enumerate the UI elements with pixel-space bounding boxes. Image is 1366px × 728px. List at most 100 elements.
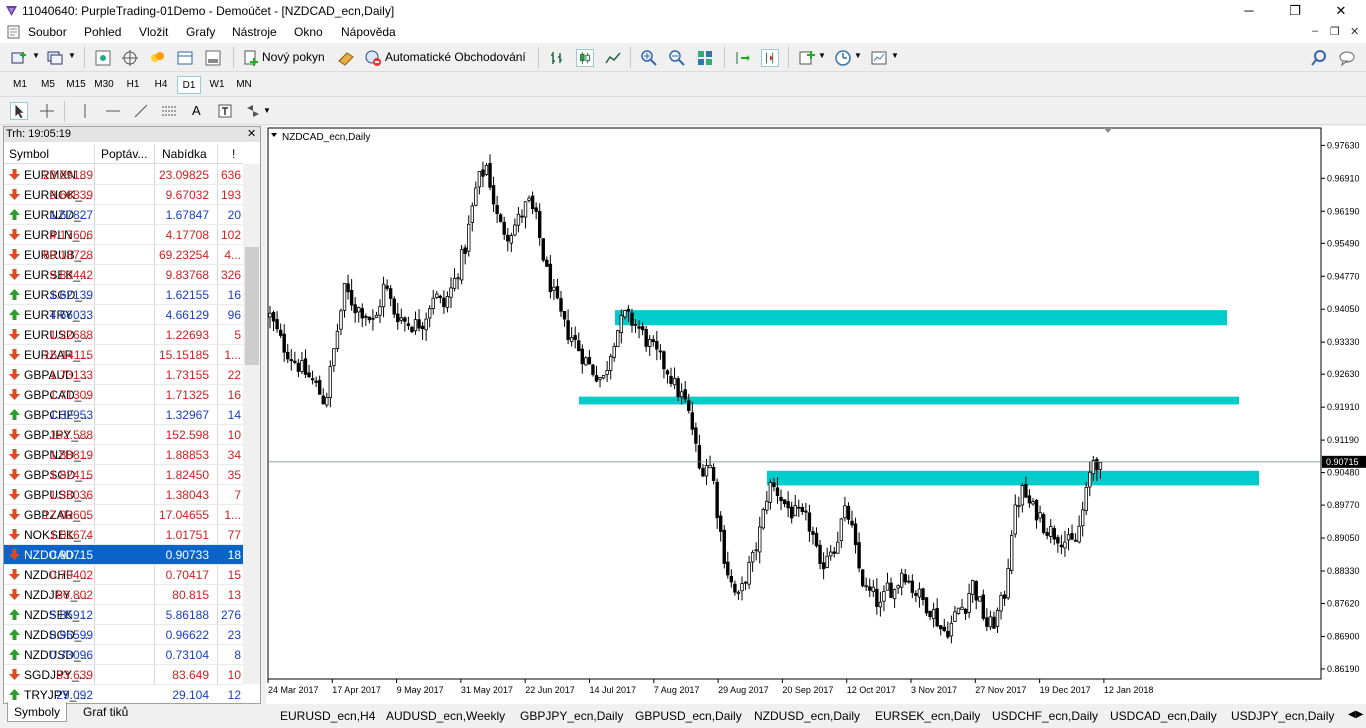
new-order-button[interactable]: Nový pokyn <box>262 50 325 64</box>
market-row[interactable]: EURNOK_... 9.66839 9.67032 193 <box>4 185 243 205</box>
market-row[interactable]: NZDCHF_... 0.70402 0.70417 15 <box>4 565 243 585</box>
mdi-close-button[interactable]: ✕ <box>1350 25 1359 38</box>
menu-pohled[interactable]: Pohled <box>84 25 121 39</box>
new-chart-icon[interactable] <box>10 49 28 67</box>
market-row[interactable]: NZDJPY_... 80.802 80.815 13 <box>4 585 243 605</box>
cursor-icon[interactable] <box>10 102 28 120</box>
market-row[interactable]: GBPZAR_... 17.03605 17.04655 1... <box>4 505 243 525</box>
timeframe-m5[interactable]: M5 <box>36 76 60 94</box>
mdi-minimize-button[interactable]: – <box>1312 25 1318 37</box>
arrows-icon[interactable] <box>244 102 262 120</box>
indicators-icon[interactable] <box>798 49 816 67</box>
chart-tab[interactable]: EURSEK_ecn,Daily <box>875 709 980 723</box>
metaeditor-icon[interactable] <box>337 49 355 67</box>
data-window-icon[interactable] <box>148 49 166 67</box>
market-row[interactable]: EURNZD_... 1.67827 1.67847 20 <box>4 205 243 225</box>
vertical-line-icon[interactable] <box>76 102 94 120</box>
scrollbar-thumb[interactable] <box>245 247 259 365</box>
zone-rect[interactable] <box>615 310 1227 326</box>
menu-soubor[interactable]: Soubor <box>28 25 67 39</box>
market-row[interactable]: NZDCAD... 0.90715 0.90733 18 <box>4 545 243 565</box>
tabs-scroll-icon[interactable]: ◀▶ <box>1348 709 1363 720</box>
auto-scroll-icon[interactable] <box>733 49 751 67</box>
market-row[interactable]: SGDJPY_... 83.639 83.649 10 <box>4 665 243 685</box>
chevron-down-icon[interactable]: ▼ <box>68 51 76 60</box>
price-chart[interactable]: NZDCAD_ecn,Daily 0.97630 0.96910 0.96190 0.9… <box>266 126 1366 704</box>
menu-nastroje[interactable]: Nástroje <box>232 25 277 39</box>
chart-tab[interactable]: USDJPY_ecn,Daily <box>1231 709 1334 723</box>
menu-grafy[interactable]: Grafy <box>186 25 215 39</box>
trendline-icon[interactable] <box>132 102 150 120</box>
chart-tab[interactable]: EURUSD_ecn,H4 <box>280 709 375 723</box>
market-row[interactable]: GBPSGD_... 1.82415 1.82450 35 <box>4 465 243 485</box>
chart-tab[interactable]: GBPUSD_ecn,Daily <box>635 709 742 723</box>
market-row[interactable]: GBPCHF_... 1.32953 1.32967 14 <box>4 405 243 425</box>
chart-window[interactable]: NZDCAD_ecn,Daily 0.97630 0.96910 0.96190 0.9… <box>266 126 1366 704</box>
scrollbar[interactable] <box>243 164 260 684</box>
templates-icon[interactable] <box>870 49 888 67</box>
chevron-down-icon[interactable]: ▼ <box>818 51 826 60</box>
chevron-down-icon[interactable]: ▼ <box>32 51 40 60</box>
chart-tab[interactable]: USDCHF_ecn,Daily <box>992 709 1098 723</box>
market-row[interactable]: EURZAR_... 15.14115 15.15185 1... <box>4 345 243 365</box>
market-row[interactable]: NZDSEK_... 5.85912 5.86188 276 <box>4 605 243 625</box>
chart-tab[interactable]: NZDUSD_ecn,Daily <box>754 709 860 723</box>
auto-trading-icon[interactable] <box>364 49 382 67</box>
market-row[interactable]: GBPNZD_... 1.88819 1.88853 34 <box>4 445 243 465</box>
periods-clock-icon[interactable] <box>834 49 852 67</box>
chevron-down-icon[interactable]: ▼ <box>854 51 862 60</box>
menu-okno[interactable]: Okno <box>294 25 323 39</box>
bar-chart-icon[interactable] <box>548 49 566 67</box>
chart-tab[interactable]: USDCAD_ecn,Daily <box>1110 709 1217 723</box>
close-icon[interactable]: ✕ <box>247 127 256 140</box>
terminal-icon[interactable] <box>204 49 222 67</box>
zone-rect[interactable] <box>767 470 1259 486</box>
chat-icon[interactable] <box>1338 49 1356 67</box>
market-row[interactable]: NOKSEK_... 1.01674 1.01751 77 <box>4 525 243 545</box>
col-spread[interactable]: ! <box>232 147 235 161</box>
market-row[interactable]: GBPJPY_... 152.588 152.598 10 <box>4 425 243 445</box>
restore-button[interactable]: ❐ <box>1272 0 1318 22</box>
close-button[interactable]: ✕ <box>1318 0 1364 22</box>
auto-trading-button[interactable]: Automatické Obchodování <box>385 50 526 64</box>
chart-tab[interactable]: GBPJPY_ecn,Daily <box>520 709 623 723</box>
text-label-icon[interactable] <box>216 102 234 120</box>
tab-symbols[interactable]: Symboly <box>7 702 68 722</box>
market-row[interactable]: EURUSD_... 1.22688 1.22693 5 <box>4 325 243 345</box>
zoom-in-icon[interactable] <box>640 49 658 67</box>
timeframe-m15[interactable]: M15 <box>63 76 89 94</box>
market-row[interactable]: GBPCAD_... 1.71309 1.71325 16 <box>4 385 243 405</box>
market-row[interactable]: EURSEK_... 9.83442 9.83768 326 <box>4 265 243 285</box>
search-icon[interactable] <box>1310 49 1328 67</box>
timeframe-m30[interactable]: M30 <box>91 76 117 94</box>
chevron-down-icon[interactable]: ▼ <box>263 106 271 115</box>
market-row[interactable]: EURPLN_... 4.17606 4.17708 102 <box>4 225 243 245</box>
menu-vlozit[interactable]: Vložit <box>139 25 168 39</box>
new-order-icon[interactable] <box>242 49 260 67</box>
col-symbol[interactable]: Symbol <box>9 147 49 161</box>
timeframe-m1[interactable]: M1 <box>8 76 32 94</box>
tab-tick-chart[interactable]: Graf tiků <box>77 702 134 722</box>
text-tool-icon[interactable]: A <box>192 103 201 118</box>
profiles-icon[interactable] <box>46 49 64 67</box>
market-watch-icon[interactable] <box>94 49 112 67</box>
timeframe-w1[interactable]: W1 <box>205 76 229 94</box>
market-row[interactable]: GBPAUD_... 1.73133 1.73155 22 <box>4 365 243 385</box>
mdi-restore-button[interactable]: ❐ <box>1330 25 1340 38</box>
market-row[interactable]: GBPUSD_... 1.38036 1.38043 7 <box>4 485 243 505</box>
market-row[interactable]: EURMXN... 23.09189 23.09825 636 <box>4 165 243 185</box>
channel-icon[interactable] <box>160 102 178 120</box>
timeframe-h4[interactable]: H4 <box>149 76 173 94</box>
chevron-down-icon[interactable]: ▼ <box>891 51 899 60</box>
tile-windows-icon[interactable] <box>696 49 714 67</box>
minimize-button[interactable]: ─ <box>1226 0 1272 22</box>
zoom-out-icon[interactable] <box>668 49 686 67</box>
market-row[interactable]: EURSGD_... 1.62139 1.62155 16 <box>4 285 243 305</box>
market-row[interactable]: EURRUB_... 69.18728 69.23254 4... <box>4 245 243 265</box>
timeframe-h1[interactable]: H1 <box>121 76 145 94</box>
horizontal-line-icon[interactable] <box>104 102 122 120</box>
line-chart-icon[interactable] <box>604 49 622 67</box>
menu-napoveda[interactable]: Nápověda <box>341 25 396 39</box>
market-row[interactable]: NZDUSD_... 0.73096 0.73104 8 <box>4 645 243 665</box>
col-bid[interactable]: Poptáv... <box>101 147 147 161</box>
